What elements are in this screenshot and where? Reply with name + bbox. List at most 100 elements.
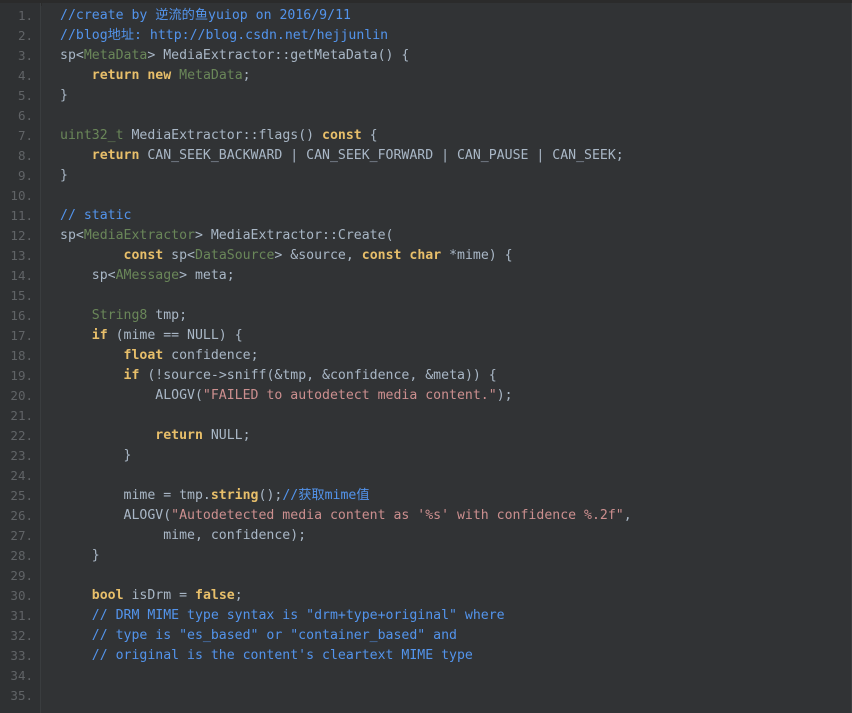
line-number[interactable]: 16. [0, 306, 40, 326]
code-line[interactable] [42, 466, 852, 486]
line-number[interactable]: 6. [0, 106, 40, 126]
line-number[interactable]: 14. [0, 266, 40, 286]
code-content-area[interactable]: //create by 逆流的鱼yuiop on 2016/9/11//blog… [42, 3, 852, 713]
line-number[interactable]: 20. [0, 386, 40, 406]
code-token: return [155, 428, 203, 443]
code-line[interactable] [42, 106, 852, 126]
code-token: { [361, 128, 378, 143]
code-token: 逆流的鱼 [155, 8, 209, 23]
line-number[interactable]: 19. [0, 366, 40, 386]
line-number[interactable]: 24. [0, 466, 40, 486]
code-line[interactable]: if (!source->sniff(&tmp, &confidence, &m… [42, 366, 852, 386]
code-token: *mime) { [441, 248, 513, 263]
code-line[interactable] [42, 666, 852, 686]
code-token: } [60, 88, 68, 103]
code-token: const [123, 248, 164, 263]
line-number[interactable]: 4. [0, 66, 40, 86]
code-token: ; [242, 68, 251, 83]
code-line[interactable]: } [42, 86, 852, 106]
code-line[interactable]: // original is the content's cleartext M… [42, 646, 852, 666]
code-line[interactable]: // type is "es_based" or "container_base… [42, 626, 852, 646]
code-line[interactable]: // static [42, 206, 852, 226]
code-line[interactable]: if (mime == NULL) { [42, 326, 852, 346]
code-token: (!source->sniff(&tmp, &confidence, &meta… [139, 368, 497, 383]
code-line[interactable]: } [42, 546, 852, 566]
line-number[interactable]: 9. [0, 166, 40, 186]
code-line[interactable]: } [42, 446, 852, 466]
code-token: string [210, 488, 259, 503]
line-number[interactable]: 29. [0, 566, 40, 586]
code-line[interactable]: bool isDrm = false; [42, 586, 852, 606]
line-number[interactable]: 28. [0, 546, 40, 566]
code-token: sp< [60, 228, 84, 243]
line-number[interactable]: 13. [0, 246, 40, 266]
line-number[interactable]: 30. [0, 586, 40, 606]
code-line[interactable]: return CAN_SEEK_BACKWARD | CAN_SEEK_FORW… [42, 146, 852, 166]
code-line[interactable]: sp<MediaExtractor> MediaExtractor::Creat… [42, 226, 852, 246]
line-number[interactable]: 2. [0, 26, 40, 46]
code-line[interactable]: uint32_t MediaExtractor::flags() const { [42, 126, 852, 146]
line-number[interactable]: 15. [0, 286, 40, 306]
line-number[interactable]: 22. [0, 426, 40, 446]
line-number[interactable]: 35. [0, 686, 40, 706]
code-line[interactable]: const sp<DataSource> &source, const char… [42, 246, 852, 266]
code-line[interactable] [42, 286, 852, 306]
line-number[interactable]: 1. [0, 6, 40, 26]
line-number[interactable]: 12. [0, 226, 40, 246]
line-number[interactable]: 25. [0, 486, 40, 506]
code-line[interactable] [42, 686, 852, 706]
code-line[interactable]: } [42, 166, 852, 186]
line-number[interactable]: 33. [0, 646, 40, 666]
code-token: bool [91, 588, 124, 603]
line-number[interactable]: 3. [0, 46, 40, 66]
code-line[interactable] [42, 406, 852, 426]
line-number[interactable]: 27. [0, 526, 40, 546]
line-number[interactable]: 34. [0, 666, 40, 686]
code-line[interactable]: sp<MetaData> MediaExtractor::getMetaData… [42, 46, 852, 66]
code-line[interactable]: mime = tmp.string();//获取mime值 [42, 486, 852, 506]
code-line[interactable] [42, 566, 852, 586]
code-line[interactable] [42, 186, 852, 206]
code-line[interactable]: ALOGV("Autodetected media content as '%s… [42, 506, 852, 526]
line-number[interactable]: 18. [0, 346, 40, 366]
line-number[interactable]: 23. [0, 446, 40, 466]
line-number[interactable]: 7. [0, 126, 40, 146]
code-token: "FAILED to autodetect media content." [202, 388, 497, 403]
code-token: yuiop on 2016/9/11 [208, 8, 351, 23]
line-number-list: 1. 2. 3. 4. 5. 6. 7. 8. 9. 10. 11. 12. 13. 14. 15. 16. 1… [0, 3, 40, 706]
code-line[interactable]: String8 tmp; [42, 306, 852, 326]
line-number[interactable]: 21. [0, 406, 40, 426]
line-number[interactable]: 8. [0, 146, 40, 166]
code-editor[interactable]: 1. 2. 3. 4. 5. 6. 7. 8. 9. 10. 11. 12. 13. 14. 15. 16. 1… [0, 0, 852, 713]
line-number[interactable]: 11. [0, 206, 40, 226]
code-line[interactable]: //create by 逆流的鱼yuiop on 2016/9/11 [42, 6, 852, 26]
code-token: const [322, 128, 362, 143]
code-line[interactable]: mime, confidence); [42, 526, 852, 546]
code-token: ALOGV( [60, 508, 172, 523]
code-line[interactable]: // DRM MIME type syntax is "drm+type+ori… [42, 606, 852, 626]
line-number[interactable]: 17. [0, 326, 40, 346]
code-line[interactable]: return new MetaData; [42, 66, 852, 86]
line-number[interactable]: 26. [0, 506, 40, 526]
line-number[interactable]: 31. [0, 606, 40, 626]
line-number[interactable]: 5. [0, 86, 40, 106]
line-number[interactable]: 10. [0, 186, 40, 206]
line-number[interactable]: 32. [0, 626, 40, 646]
code-line[interactable]: float confidence; [42, 346, 852, 366]
code-line[interactable]: //blog地址: http://blog.csdn.net/hejjunlin [42, 26, 852, 46]
code-token: confidence; [163, 348, 259, 363]
code-token: // DRM MIME type syntax is "drm+type+ori… [60, 608, 505, 623]
code-line[interactable]: return NULL; [42, 426, 852, 446]
code-line[interactable]: ALOGV("FAILED to autodetect media conten… [42, 386, 852, 406]
line-number-gutter[interactable]: 1. 2. 3. 4. 5. 6. 7. 8. 9. 10. 11. 12. 13. 14. 15. 16. 1… [0, 3, 41, 713]
code-token: isDrm = [123, 588, 195, 603]
code-token: CAN_SEEK_BACKWARD | CAN_SEEK_FORWARD | C… [139, 148, 624, 163]
code-line[interactable]: sp<AMessage> meta; [42, 266, 852, 286]
code-token: false [195, 588, 235, 603]
code-token: DataSource [195, 248, 275, 263]
